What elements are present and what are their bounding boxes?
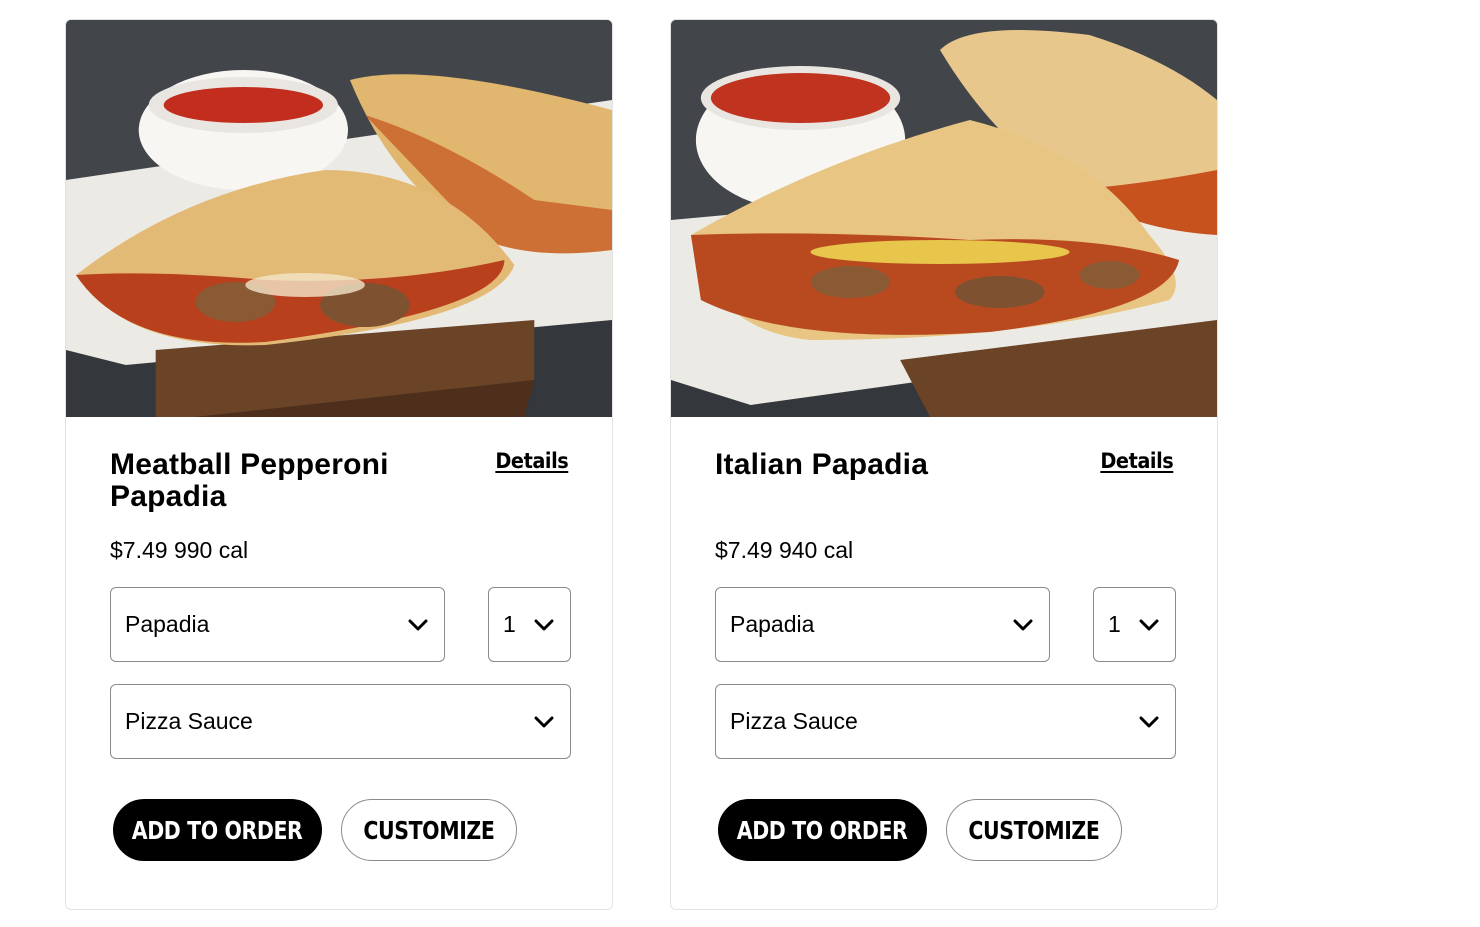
sauce-select-value: Pizza Sauce	[730, 708, 858, 734]
chevron-down-icon	[1013, 619, 1033, 630]
chevron-down-icon	[534, 716, 554, 727]
sauce-select[interactable]: Pizza Sauce	[715, 684, 1176, 759]
add-to-order-button[interactable]: ADD TO ORDER	[113, 799, 322, 861]
sauce-select[interactable]: Pizza Sauce	[110, 684, 571, 759]
quantity-select[interactable]: 1	[488, 587, 571, 662]
size-select[interactable]: Papadia	[715, 587, 1050, 662]
chevron-down-icon	[408, 619, 428, 630]
product-image[interactable]	[66, 20, 612, 417]
product-image[interactable]	[671, 20, 1217, 417]
customize-button[interactable]: CUSTOMIZE	[946, 799, 1122, 861]
product-title: Meatball Pepperoni Papadia	[110, 448, 389, 513]
product-card-italian-papadia: Italian Papadia Details $7.49 940 cal Pa…	[670, 19, 1218, 910]
add-to-order-button[interactable]: ADD TO ORDER	[718, 799, 927, 861]
menu-product-grid: Meatball Pepperoni Papadia Details Meatb…	[0, 0, 1480, 927]
size-select-value: Papadia	[125, 611, 210, 637]
customize-button[interactable]: CUSTOMIZE	[341, 799, 517, 861]
product-card-meatball-pepperoni-papadia: Meatball Pepperoni Papadia Details Meatb…	[65, 19, 613, 910]
size-select-value: Papadia	[730, 611, 815, 637]
details-link[interactable]: Details	[1100, 449, 1173, 473]
price-calories: $7.49 990 cal	[110, 537, 249, 563]
sauce-select-value: Pizza Sauce	[125, 708, 253, 734]
quantity-select[interactable]: 1	[1093, 587, 1176, 662]
chevron-down-icon	[534, 619, 554, 630]
chevron-down-icon	[1139, 619, 1159, 630]
quantity-select-value: 1	[1108, 611, 1121, 637]
price-calories: $7.49 940 cal	[715, 537, 854, 563]
product-title: Italian Papadia	[715, 448, 929, 481]
chevron-down-icon	[1139, 716, 1159, 727]
quantity-select-value: 1	[503, 611, 516, 637]
details-link[interactable]: Details	[495, 449, 568, 473]
size-select[interactable]: Papadia	[110, 587, 445, 662]
